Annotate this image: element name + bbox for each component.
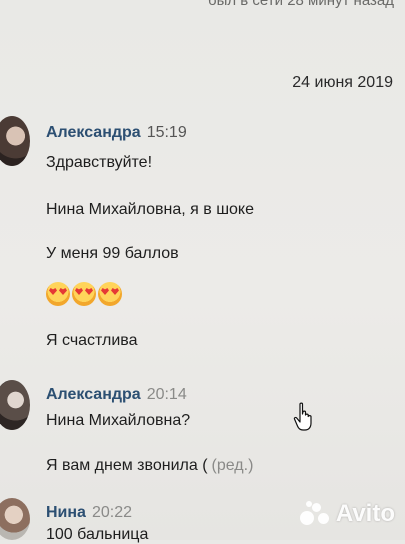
message-text: Я вам днем звонила ( [46, 457, 208, 474]
author-name[interactable]: Александра [46, 124, 141, 141]
avatar[interactable] [0, 116, 30, 166]
message-text-edited: Я вам днем звонила ((ред.) [46, 457, 253, 475]
message-author[interactable]: Александра 15:19 [46, 124, 187, 142]
edited-mark[interactable]: (ред.) [212, 457, 254, 474]
author-name[interactable]: Александра [46, 386, 141, 403]
message-author[interactable]: Нина 20:22 [46, 504, 132, 522]
avito-logo-icon [299, 501, 330, 527]
message-time: 20:22 [91, 504, 132, 521]
message-time: 15:19 [146, 124, 187, 141]
message-author[interactable]: Александра 20:14 [46, 386, 187, 404]
hand-cursor-icon [293, 402, 312, 431]
message-text: Нина Михайловна? [46, 412, 191, 429]
message-text: Здравствуйте! [46, 154, 153, 171]
avatar[interactable] [0, 380, 30, 430]
heart-eyes-emoji-icon [98, 282, 122, 306]
author-name[interactable]: Нина [46, 504, 86, 521]
date-separator: 24 июня 2019 [292, 74, 393, 91]
message-text: Я счастлива [46, 332, 138, 349]
message-time: 20:14 [146, 386, 187, 403]
message-text: У меня 99 баллов [46, 245, 179, 262]
heart-eyes-emoji-icon [46, 282, 70, 306]
message-text: 100 бальница [46, 526, 149, 543]
online-status: был в сети 28 минут назад [208, 0, 394, 9]
heart-eyes-emoji-icon [72, 282, 96, 306]
avito-watermark: Avito [299, 500, 395, 528]
avatar[interactable] [0, 498, 30, 540]
emoji-row [46, 282, 122, 306]
message-text: Нина Михайловна, я в шоке [46, 201, 254, 218]
watermark-text: Avito [335, 500, 395, 527]
